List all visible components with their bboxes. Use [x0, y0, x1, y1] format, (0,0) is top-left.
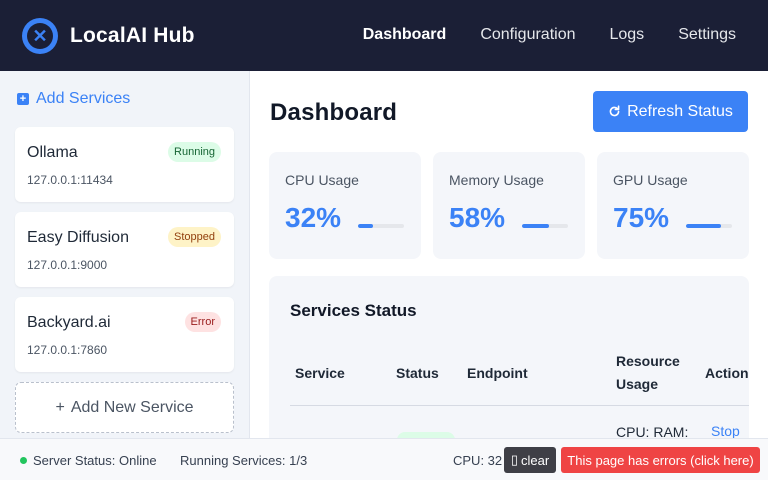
sidebar: + Add Services Ollama Running 127.0.0.1:…: [0, 71, 250, 438]
stat-label: Memory Usage: [449, 172, 544, 188]
running-services-count: Running Services: 1/3: [180, 453, 308, 468]
column-header-endpoint: Endpoint: [467, 365, 528, 381]
service-name: Backyard.ai: [27, 314, 111, 331]
nav-logs[interactable]: Logs: [609, 26, 644, 44]
stat-progress-fill: [686, 224, 721, 228]
plus-icon: +: [55, 398, 65, 416]
refresh-icon: [609, 105, 620, 117]
service-card-backyard-ai[interactable]: Backyard.ai Error 127.0.0.1:7860: [15, 297, 234, 372]
stat-card-gpu: GPU Usage 75%: [597, 152, 749, 259]
stat-value: 58%: [449, 202, 506, 233]
main-content: Dashboard Refresh Status CPU Usage 32% M…: [251, 71, 768, 438]
services-status-title: Services Status: [290, 301, 417, 320]
clear-button[interactable]: ▯ clear: [504, 447, 556, 473]
stat-card-cpu: CPU Usage 32%: [269, 152, 421, 259]
app-title: LocalAI Hub: [70, 24, 195, 47]
service-name: Easy Diffusion: [27, 229, 129, 246]
server-status-text: Server Status: Online: [33, 453, 157, 468]
plus-square-icon: +: [17, 93, 29, 105]
online-dot-icon: [20, 457, 27, 464]
stop-service-link[interactable]: Stop: [711, 423, 740, 438]
column-header-actions: Actions: [705, 365, 749, 381]
service-card-ollama[interactable]: Ollama Running 127.0.0.1:11434: [15, 127, 234, 202]
stat-value: 32%: [285, 202, 342, 233]
stat-label: CPU Usage: [285, 172, 359, 188]
stat-progress-fill: [522, 224, 549, 228]
stat-progress-bar: [522, 224, 568, 228]
table-header-divider: [290, 405, 749, 406]
nav-dashboard[interactable]: Dashboard: [363, 26, 447, 44]
nav-configuration[interactable]: Configuration: [480, 26, 575, 44]
stat-progress-bar: [358, 224, 404, 228]
server-status: Server Status: Online: [20, 453, 157, 468]
column-header-usage: Usage: [616, 376, 659, 392]
resource-usage-cell: CPU: RAM:: [616, 424, 689, 438]
stat-label: GPU Usage: [613, 172, 688, 188]
stat-progress-bar: [686, 224, 732, 228]
status-badge: Stopped: [168, 227, 221, 247]
service-address: 127.0.0.1:7860: [27, 343, 108, 357]
service-card-easy-diffusion[interactable]: Easy Diffusion Stopped 127.0.0.1:9000: [15, 212, 234, 287]
status-badge: Error: [184, 312, 221, 332]
stat-value: 75%: [613, 202, 670, 233]
stat-card-memory: Memory Usage 58%: [433, 152, 585, 259]
add-new-service-label: Add New Service: [70, 398, 194, 416]
footer-cpu: CPU: 32: [453, 453, 503, 468]
status-badge: Running: [168, 142, 221, 162]
clear-label: clear: [520, 452, 550, 468]
stat-progress-fill: [358, 224, 373, 228]
column-header-status: Status: [396, 365, 439, 381]
add-new-service-button[interactable]: + Add New Service: [15, 382, 234, 433]
page-title: Dashboard: [270, 99, 398, 126]
column-header-service: Service: [295, 365, 345, 381]
nav-settings[interactable]: Settings: [678, 26, 736, 44]
x-circle-icon: ✕: [22, 18, 58, 54]
column-header-resource: Resource: [616, 353, 680, 369]
page-errors-button[interactable]: This page has errors (click here): [561, 447, 760, 473]
add-services-label: Add Services: [36, 90, 131, 107]
main-nav: Dashboard Configuration Logs Settings: [363, 26, 736, 44]
service-address: 127.0.0.1:9000: [27, 258, 108, 272]
refresh-status-button[interactable]: Refresh Status: [593, 91, 748, 132]
service-name: Ollama: [27, 144, 78, 161]
add-services-link[interactable]: + Add Services: [17, 90, 130, 108]
top-navbar: ✕ LocalAI Hub Dashboard Configuration Lo…: [0, 0, 768, 71]
service-address: 127.0.0.1:11434: [27, 173, 113, 187]
trash-icon: ▯: [510, 452, 518, 467]
status-footer: Server Status: Online Running Services: …: [0, 438, 768, 480]
services-status-panel: Services Status Service Status Endpoint …: [269, 276, 749, 438]
refresh-status-label: Refresh Status: [627, 102, 733, 120]
